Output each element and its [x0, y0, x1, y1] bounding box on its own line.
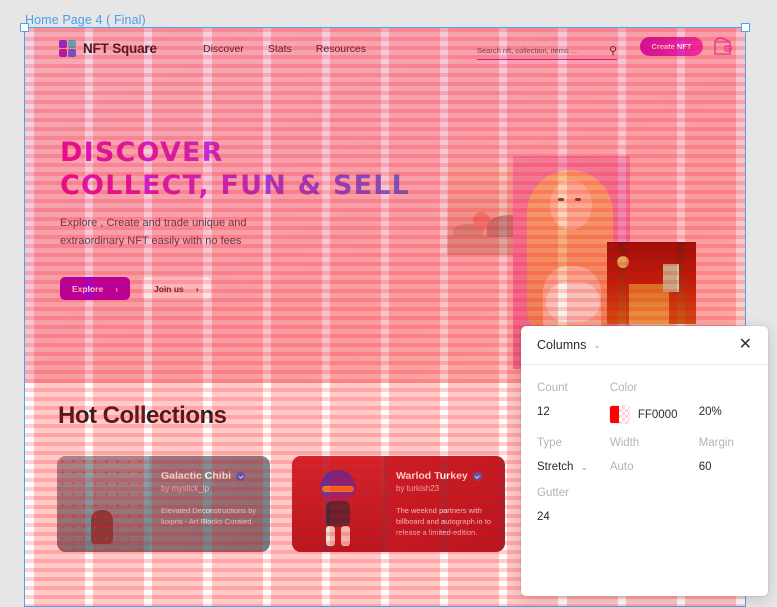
- color-value[interactable]: FF0000: [609, 406, 699, 423]
- columns-panel: Columns ⌄ ✕ Count Color 12 FF0000 20% Ty…: [521, 326, 768, 596]
- collection-thumbnail: [57, 456, 149, 552]
- logo-text: NFT Square: [83, 41, 157, 56]
- nav-item-discover[interactable]: Discover: [203, 43, 244, 55]
- frame-label[interactable]: Home Page 4 ( Final): [25, 13, 146, 27]
- close-icon[interactable]: ✕: [739, 337, 752, 353]
- count-label: Count: [537, 382, 568, 394]
- collection-description: The weeknd partners with billboard and a…: [396, 506, 492, 537]
- chevron-right-icon: ›: [115, 283, 119, 294]
- gutter-value[interactable]: 24: [537, 511, 619, 523]
- chevron-right-icon: ›: [195, 283, 199, 294]
- hero-heading-line2: COLLECT, FUN & SELL: [60, 169, 440, 202]
- hero-paragraph: Explore , Create and trade unique and ex…: [60, 214, 340, 250]
- labels-row-1: Count Color: [537, 382, 752, 394]
- join-us-button[interactable]: Join us ›: [142, 277, 211, 300]
- navbar: NFT Square Discover Stats Resources Sear…: [25, 28, 745, 70]
- nav-links: Discover Stats Resources: [203, 43, 366, 55]
- hero-heading-line1: DISCOVER: [60, 136, 440, 169]
- collection-author: by turkish23: [396, 484, 440, 493]
- nav-item-stats[interactable]: Stats: [268, 43, 292, 55]
- values-row-1: 12 FF0000 20%: [537, 406, 752, 423]
- nav-item-resources[interactable]: Resources: [316, 43, 366, 55]
- verified-badge-icon: [472, 471, 482, 481]
- margin-label: Margin: [698, 437, 734, 449]
- hero-paragraph-line2: extraordinary NFT easily with no fees: [60, 235, 242, 247]
- columns-panel-header: Columns ⌄ ✕: [521, 326, 768, 365]
- logo-squares-icon: [59, 40, 76, 57]
- logo[interactable]: NFT Square: [59, 40, 157, 57]
- collection-title: Galactic Chibi: [161, 470, 232, 482]
- gutter-label: Gutter: [537, 487, 569, 499]
- values-row-2: Stretch ⌄ Auto 60: [537, 461, 752, 473]
- explore-button[interactable]: Explore ›: [60, 277, 131, 300]
- color-swatch-icon[interactable]: [609, 406, 629, 423]
- values-row-3: 24: [537, 511, 752, 523]
- hero-heading: DISCOVER COLLECT, FUN & SELL: [60, 136, 440, 202]
- verified-badge-icon: [236, 471, 246, 481]
- search-icon[interactable]: ⚲: [609, 44, 617, 57]
- labels-row-3: Gutter: [537, 487, 752, 499]
- hot-collections-title: Hot Collections: [58, 402, 227, 429]
- collection-author: by mystick_ip: [161, 484, 210, 493]
- join-us-label: Join us: [154, 283, 184, 294]
- collection-thumbnail: [292, 456, 384, 552]
- create-nft-button[interactable]: Create NFT: [640, 37, 703, 56]
- hero-image-interior: [607, 242, 696, 324]
- collection-title: Warlod Turkey: [396, 470, 468, 482]
- collection-card[interactable]: Galactic Chibi by mystick_ip Elevated De…: [57, 456, 270, 552]
- create-nft-label: Create NFT: [651, 42, 692, 51]
- resize-handle-top-left[interactable]: [20, 23, 29, 32]
- columns-panel-body: Count Color 12 FF0000 20% Type Width Mar…: [521, 365, 768, 523]
- explore-label: Explore: [72, 283, 104, 294]
- chevron-down-icon: ⌄: [580, 461, 588, 472]
- collection-description: Elevated Deconstructions by luxpris - Ar…: [161, 506, 257, 526]
- resize-handle-top-right[interactable]: [741, 23, 750, 32]
- width-label: Width: [609, 437, 640, 449]
- search-input[interactable]: Search nft, collection, items ... ⚲: [477, 41, 617, 60]
- type-value: Stretch: [537, 461, 574, 473]
- count-value[interactable]: 12: [537, 406, 610, 423]
- width-value[interactable]: Auto: [610, 461, 699, 473]
- search-placeholder: Search nft, collection, items ...: [477, 45, 578, 55]
- type-label: Type: [537, 437, 562, 449]
- screenshot-root: Home Page 4 ( Final) NFT Square Discover…: [0, 0, 777, 607]
- color-opacity-value[interactable]: 20%: [699, 406, 752, 423]
- color-label: Color: [609, 382, 638, 394]
- columns-panel-title-group[interactable]: Columns ⌄: [537, 338, 601, 352]
- chevron-down-icon[interactable]: ⌄: [593, 340, 601, 351]
- hero-paragraph-line1: Explore , Create and trade unique and: [60, 217, 247, 229]
- hero-cta-group: Explore › Join us ›: [60, 277, 211, 300]
- columns-panel-title: Columns: [537, 338, 587, 352]
- labels-row-2: Type Width Margin: [537, 437, 752, 449]
- collection-card[interactable]: Warlod Turkey by turkish23 The weeknd pa…: [292, 456, 505, 552]
- wallet-icon[interactable]: [711, 36, 735, 57]
- color-hex-value[interactable]: FF0000: [638, 409, 678, 421]
- margin-value[interactable]: 60: [699, 461, 752, 473]
- type-select[interactable]: Stretch ⌄: [537, 461, 610, 473]
